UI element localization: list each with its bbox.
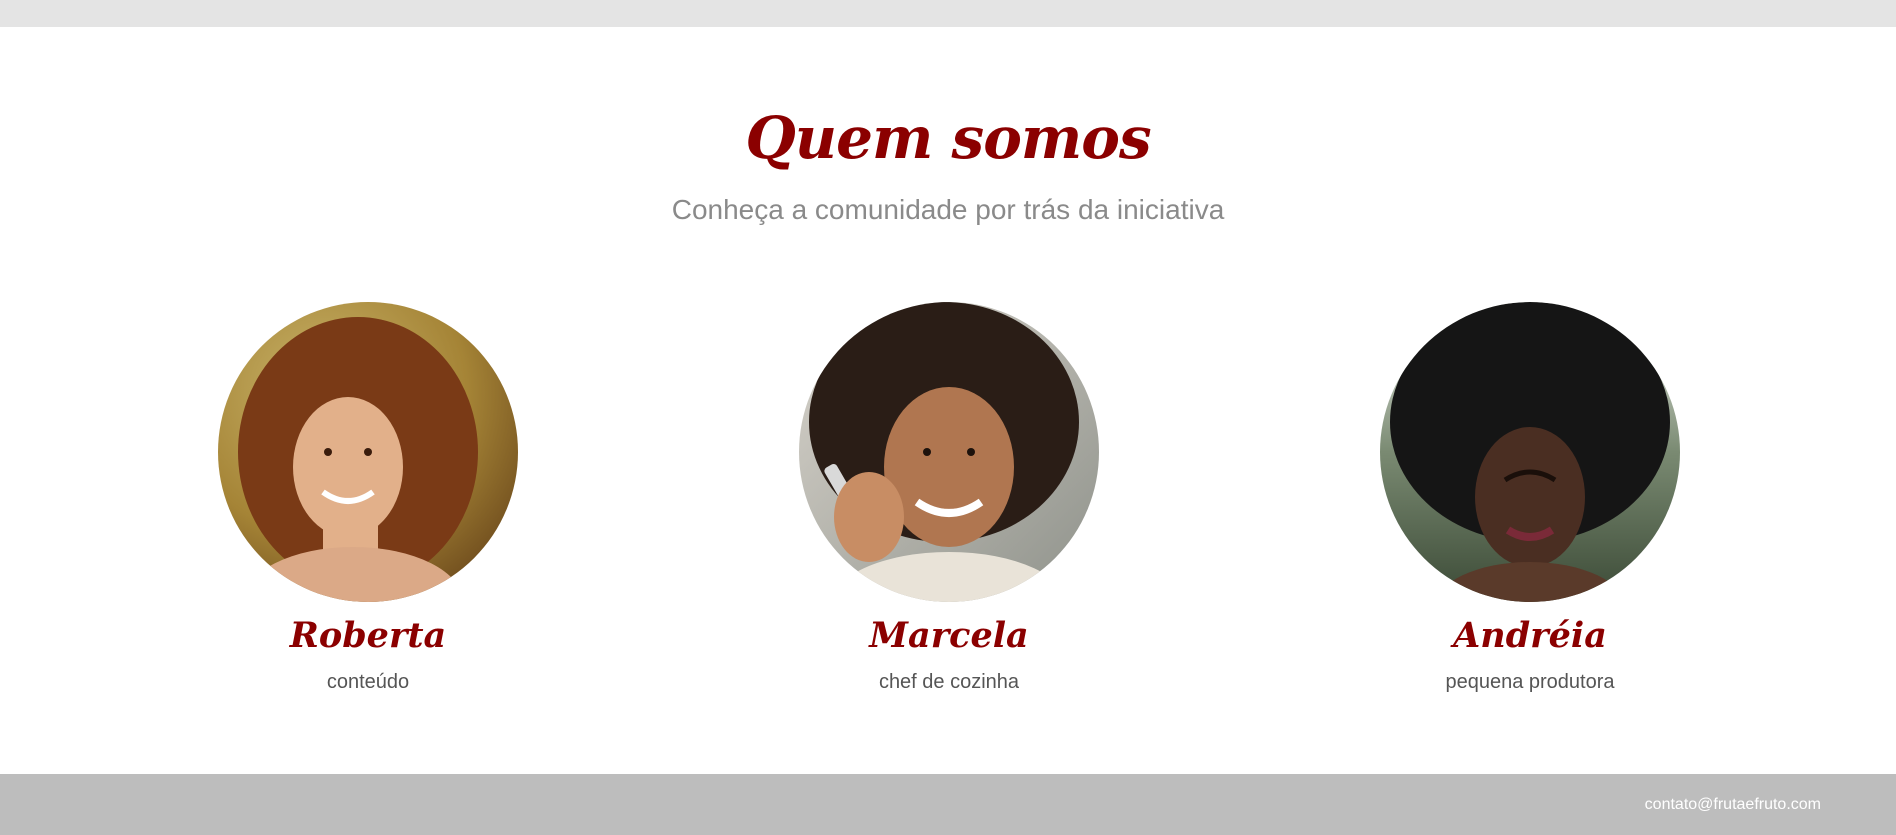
member-name: Marcela bbox=[869, 615, 1029, 656]
top-bar bbox=[0, 0, 1896, 27]
member-role: pequena produtora bbox=[1445, 671, 1615, 693]
section-title: Quem somos bbox=[745, 104, 1151, 172]
footer-email-link[interactable]: contato@frutaefruto.com bbox=[1645, 796, 1821, 814]
member-photo bbox=[218, 302, 518, 602]
section-subtitle: Conheça a comunidade por trás da iniciat… bbox=[671, 194, 1225, 225]
member-photo bbox=[799, 302, 1099, 602]
member-photo bbox=[1380, 302, 1680, 602]
member-role: conteúdo bbox=[326, 671, 410, 693]
member-name: Andréia bbox=[1453, 615, 1607, 656]
footer: contato@frutaefruto.com bbox=[0, 774, 1896, 835]
member-role: chef de cozinha bbox=[878, 671, 1020, 693]
member-name: Roberta bbox=[289, 615, 447, 656]
